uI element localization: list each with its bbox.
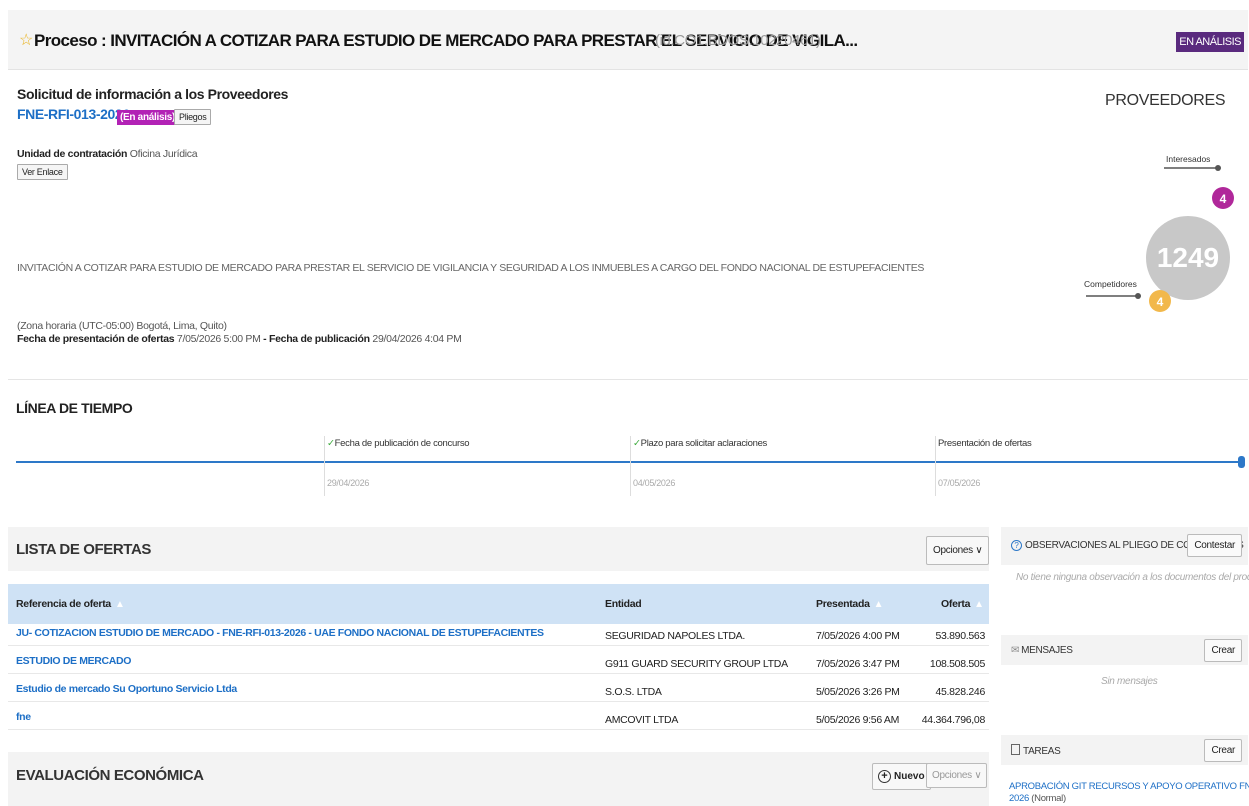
interested-label: Interesados [1166, 154, 1210, 164]
messages-title-row: ✉ MENSAJES [1011, 645, 1073, 656]
col-submitted[interactable]: Presentada ▲ [816, 598, 884, 610]
process-description: INVITACIÓN A COTIZAR PARA ESTUDIO DE MER… [17, 262, 925, 274]
timeline-end-marker [1238, 456, 1245, 468]
task-priority: (Normal) [1028, 793, 1066, 804]
task-row: 2026 (Normal) [1009, 793, 1066, 804]
check-icon: ✓ [633, 438, 641, 449]
unit-label: Unidad de contratación [17, 148, 128, 160]
offer-reference-link[interactable]: JU- COTIZACION ESTUDIO DE MERCADO - FNE-… [16, 627, 544, 639]
offers-date-label: Fecha de presentación de ofertas [17, 333, 175, 345]
timeline-divider [630, 436, 631, 496]
tasks-title-row: TAREAS [1011, 744, 1061, 757]
interested-dot [1215, 165, 1221, 171]
check-icon: ✓ [327, 438, 335, 449]
offer-date: 5/05/2026 9:56 AM [816, 714, 900, 726]
table-row: fne AMCOVIT LTDA 5/05/2026 9:56 AM 44.36… [8, 708, 989, 730]
table-row: JU- COTIZACION ESTUDIO DE MERCADO - FNE-… [8, 624, 989, 646]
offer-date: 5/05/2026 3:26 PM [816, 686, 900, 698]
process-header: ☆ Proceso : INVITACIÓN A COTIZAR PARA ES… [8, 10, 1248, 70]
messages-header: ✉ MENSAJES Crear [1001, 635, 1248, 665]
process-id: (id.CO1.BDOS.10220461) [655, 32, 821, 49]
table-row: ESTUDIO DE MERCADO G911 GUARD SECURITY G… [8, 652, 989, 674]
help-icon[interactable]: ? [1011, 540, 1022, 551]
timeline-divider [935, 436, 936, 496]
offer-entity: G911 GUARD SECURITY GROUP LTDA [605, 658, 788, 670]
offers-date: 7/05/2026 5:00 PM [176, 333, 261, 345]
dates-separator: - [260, 333, 269, 345]
timeline-event-label: Presentación de ofertas [938, 438, 1032, 449]
new-evaluation-button[interactable]: + Nuevo [872, 763, 931, 790]
evaluation-panel-header: EVALUACIÓN ECONÓMICA [8, 752, 989, 806]
offer-reference-link[interactable]: ESTUDIO DE MERCADO [16, 655, 131, 667]
evaluation-options-button[interactable]: Opciones ∨ [926, 763, 988, 788]
unit-row: Unidad de contratación Oficina Jurídica [17, 148, 198, 160]
interested-count: 4 [1220, 192, 1227, 206]
timeline-event-label: ✓Fecha de publicación de concurso [327, 438, 470, 449]
task-link[interactable]: APROBACIÓN GIT RECURSOS Y APOYO OPERATIV… [1009, 781, 1249, 792]
tasks-header: TAREAS Crear [1001, 735, 1248, 765]
providers-title: PROVEEDORES [1105, 92, 1226, 109]
timezone: (Zona horaria (UTC-05:00) Bogotá, Lima, … [17, 320, 227, 332]
table-row: Estudio de mercado Su Oportuno Servicio … [8, 680, 989, 702]
messages-empty: Sin mensajes [1101, 676, 1158, 687]
view-link-button[interactable]: Ver Enlace [17, 164, 68, 180]
col-reference[interactable]: Referencia de oferta ▲ [16, 598, 125, 610]
timeline-event-date: 07/05/2026 [938, 478, 981, 488]
timeline-title: LÍNEA DE TIEMPO [16, 400, 133, 416]
offer-date: 7/05/2026 4:00 PM [816, 630, 900, 642]
total-count: 1249 [1157, 242, 1219, 273]
offers-options-button[interactable]: Opciones ∨ [926, 536, 990, 565]
competitors-count: 4 [1157, 295, 1164, 309]
status-badge: EN ANÁLISIS [1176, 32, 1244, 52]
offer-value: 44.364.796,08 [921, 714, 986, 726]
pub-date-label: Fecha de publicación [269, 333, 370, 345]
task-link-continued[interactable]: 2026 [1009, 793, 1029, 804]
offer-reference-link[interactable]: fne [16, 711, 31, 723]
unit-value: Oficina Jurídica [129, 148, 198, 160]
sort-icon: ▲ [114, 599, 125, 610]
offers-title: LISTA DE OFERTAS [16, 541, 151, 558]
dates-row: Fecha de presentación de ofertas 7/05/20… [17, 333, 462, 345]
sort-icon: ▲ [974, 599, 984, 610]
section-heading: Solicitud de información a los Proveedor… [17, 86, 289, 102]
process-info: Solicitud de información a los Proveedor… [8, 70, 1248, 380]
create-task-button[interactable]: Crear [1204, 739, 1242, 762]
evaluation-title: EVALUACIÓN ECONÓMICA [16, 767, 204, 784]
competitors-label: Competidores [1084, 279, 1137, 289]
code-status-badge: (En análisis) [117, 110, 179, 125]
sort-icon: ▲ [873, 599, 884, 610]
star-icon[interactable]: ☆ [19, 30, 33, 50]
timeline-track [16, 461, 1242, 463]
col-offer[interactable]: Oferta ▲ [941, 598, 984, 610]
offer-reference-link[interactable]: Estudio de mercado Su Oportuno Servicio … [16, 683, 237, 695]
timeline-event-date: 29/04/2026 [327, 478, 370, 488]
reply-button[interactable]: Contestar [1187, 534, 1242, 557]
offer-date: 7/05/2026 3:47 PM [816, 658, 900, 670]
offers-panel-header: LISTA DE OFERTAS [8, 527, 989, 571]
process-code-link[interactable]: FNE-RFI-013-2026 [17, 106, 130, 122]
offer-entity: SEGURIDAD NAPOLES LTDA. [605, 630, 745, 642]
providers-bubble-chart: 1249 4 Interesados 4 Competidores [1084, 154, 1234, 312]
offers-table-header: Referencia de oferta ▲ Entidad Presentada… [8, 584, 989, 624]
competitors-dot [1135, 293, 1141, 299]
col-entity: Entidad [605, 598, 642, 610]
mail-icon: ✉ [1011, 645, 1020, 656]
clipboard-icon [1011, 744, 1020, 755]
pub-date: 29/04/2026 4:04 PM [372, 333, 462, 345]
create-message-button[interactable]: Crear [1204, 639, 1242, 662]
offer-value: 108.508.505 [929, 658, 985, 670]
offer-entity: S.O.S. LTDA [605, 686, 662, 698]
observations-empty: No tiene ninguna observación a los docum… [1016, 572, 1249, 583]
timeline-divider [324, 436, 325, 496]
offer-value: 45.828.246 [935, 686, 985, 698]
timeline-event-label: ✓Plazo para solicitar aclaraciones [633, 438, 768, 449]
offer-value: 53.890.563 [935, 630, 985, 642]
observations-header: ? OBSERVACIONES AL PLIEGO DE CONDICIONES … [1001, 527, 1248, 565]
offer-entity: AMCOVIT LTDA [605, 714, 679, 726]
pliegos-button[interactable]: Pliegos [174, 109, 212, 125]
plus-icon: + [878, 770, 891, 783]
timeline-event-date: 04/05/2026 [633, 478, 676, 488]
